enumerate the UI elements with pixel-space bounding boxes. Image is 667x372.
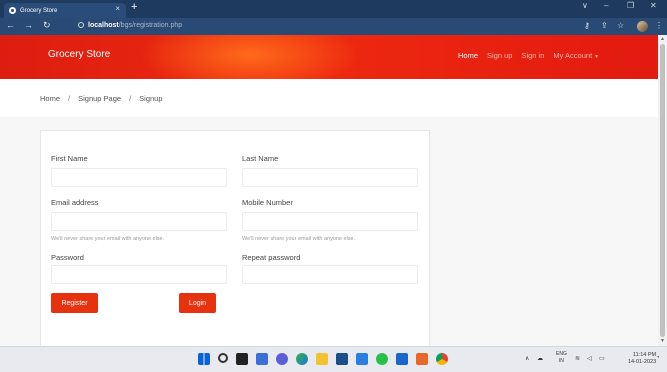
whatsapp-icon[interactable] <box>376 353 388 365</box>
xampp-icon[interactable] <box>416 353 428 365</box>
email-hint: We'll never share your email with anyone… <box>51 236 165 242</box>
nav-sign-up[interactable]: Sign up <box>487 51 512 60</box>
password-input[interactable] <box>51 265 227 284</box>
windows-taskbar: ∧ ☁ ENG IN ≋ ◁ ▭ 11:14 PM 14-01-2023 ◔ <box>0 346 667 372</box>
clock[interactable]: 11:14 PM 14-01-2023 <box>628 352 656 366</box>
url-path: /bgs/registration.php <box>118 22 183 29</box>
mobile-label: Mobile Number <box>242 198 293 207</box>
forward-arrow-icon[interactable]: → <box>24 20 33 30</box>
mobile-group: Mobile Number We'll never share your ema… <box>242 198 418 242</box>
scroll-up-icon[interactable]: ▲ <box>660 36 665 42</box>
restore-button[interactable]: ❐ <box>627 1 634 10</box>
scrollbar-thumb[interactable] <box>660 44 665 337</box>
browser-tab-bar: Grocery Store × + ∨ – ❐ ✕ <box>0 0 667 18</box>
edge-icon[interactable] <box>296 353 308 365</box>
chrome-favicon-icon <box>9 7 16 14</box>
page-scrollbar[interactable]: ▲ ▼ <box>658 35 667 346</box>
nav-sign-in[interactable]: Sign in <box>521 51 544 60</box>
breadcrumb-home[interactable]: Home <box>40 94 60 103</box>
registration-form: First Name Last Name Email address We'll… <box>40 130 430 346</box>
windows-start-icon[interactable] <box>198 353 210 365</box>
nav-home[interactable]: Home <box>458 51 478 60</box>
url-host: localhost <box>88 22 119 29</box>
tab-title: Grocery Store <box>20 7 58 14</box>
wifi-icon[interactable]: ≋ <box>575 355 580 362</box>
register-button[interactable]: Register <box>51 293 98 313</box>
repeat-password-input[interactable] <box>242 265 418 284</box>
file-explorer-icon[interactable] <box>316 353 328 365</box>
breadcrumb: Home / Signup Page / Signup <box>0 79 658 117</box>
chat-icon[interactable] <box>276 353 288 365</box>
profile-avatar[interactable] <box>637 21 648 32</box>
language-bottom: IN <box>558 358 564 364</box>
widgets-icon[interactable] <box>256 353 268 365</box>
scroll-down-icon[interactable]: ▼ <box>660 338 665 344</box>
page-viewport: Grocery Store Home Sign up Sign in My Ac… <box>0 35 658 346</box>
store-icon[interactable] <box>336 353 348 365</box>
site-navbar: Grocery Store Home Sign up Sign in My Ac… <box>0 35 658 79</box>
url-field[interactable]: localhost/bgs/registration.php <box>78 22 182 29</box>
battery-icon[interactable]: ▭ <box>599 355 605 362</box>
breadcrumb-signup-page[interactable]: Signup Page <box>78 94 121 103</box>
nav-links: Home Sign up Sign in My Account ▼ <box>458 51 599 60</box>
new-tab-button[interactable]: + <box>131 1 137 13</box>
address-bar: ← → ↻ localhost/bgs/registration.php ⚷ ⇪… <box>0 18 667 35</box>
last-name-label: Last Name <box>242 154 279 163</box>
clock-date: 14-01-2023 <box>628 359 657 365</box>
notification-icon[interactable]: ◔ <box>656 355 660 361</box>
bookmark-star-icon[interactable]: ☆ <box>617 21 624 30</box>
share-icon[interactable]: ⇪ <box>601 21 608 30</box>
brand-logo[interactable]: Grocery Store <box>48 49 110 60</box>
language-top: ENG <box>556 351 567 357</box>
mobile-hint: We'll never share your email with anyone… <box>242 236 356 242</box>
last-name-input[interactable] <box>242 168 418 187</box>
close-window-button[interactable]: ✕ <box>650 1 657 10</box>
breadcrumb-separator: / <box>129 94 132 103</box>
language-indicator[interactable]: ENG IN <box>556 351 567 365</box>
task-view-icon[interactable] <box>236 353 248 365</box>
login-button[interactable]: Login <box>179 293 216 313</box>
back-arrow-icon[interactable]: ← <box>6 20 15 30</box>
browser-menu-icon[interactable]: ⋮ <box>655 21 663 30</box>
tray-chevron-icon[interactable]: ∧ <box>525 355 529 362</box>
email-input[interactable] <box>51 212 227 231</box>
password-label: Password <box>51 253 84 262</box>
cloud-icon[interactable]: ☁ <box>537 355 543 362</box>
search-icon[interactable] <box>218 353 228 363</box>
repeat-password-label: Repeat password <box>242 253 301 262</box>
reload-icon[interactable]: ↻ <box>43 20 51 31</box>
tab-close-icon[interactable]: × <box>115 4 120 13</box>
vscode-icon[interactable] <box>356 353 368 365</box>
nav-my-account[interactable]: My Account ▼ <box>553 51 599 60</box>
last-name-group: Last Name <box>242 154 418 187</box>
minimize-button[interactable]: – <box>604 1 608 10</box>
key-icon[interactable]: ⚷ <box>584 21 590 30</box>
breadcrumb-separator: / <box>68 94 71 103</box>
volume-icon[interactable]: ◁ <box>587 355 592 362</box>
mail-icon[interactable] <box>396 353 408 365</box>
breadcrumb-current: Signup <box>139 94 163 103</box>
mobile-input[interactable] <box>242 212 418 231</box>
first-name-group: First Name <box>51 154 227 187</box>
password-group: Password <box>51 253 227 284</box>
browser-tab[interactable]: Grocery Store × <box>4 3 126 18</box>
chrome-icon[interactable] <box>436 353 448 365</box>
repeat-password-group: Repeat password <box>242 253 418 284</box>
site-info-icon[interactable] <box>78 22 84 28</box>
email-label: Email address <box>51 198 99 207</box>
first-name-input[interactable] <box>51 168 227 187</box>
caret-down-icon: ▼ <box>594 54 600 60</box>
nav-my-account-label: My Account <box>553 51 593 60</box>
tab-search-icon[interactable]: ∨ <box>582 1 588 10</box>
first-name-label: First Name <box>51 154 88 163</box>
email-group: Email address We'll never share your ema… <box>51 198 227 242</box>
clock-time: 11:14 PM <box>633 352 657 358</box>
